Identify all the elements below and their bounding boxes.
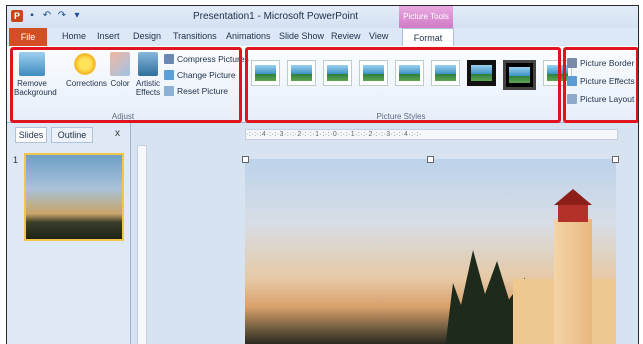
slides-pane: Slides Outline x 1 [7,123,131,344]
resize-handle[interactable] [242,156,249,163]
lighthouse-roof-shape [554,189,592,205]
vertical-ruler [137,145,147,344]
tab-insert[interactable]: Insert [97,31,120,41]
tab-file[interactable]: File [9,28,47,46]
tab-outline[interactable]: Outline [51,127,93,143]
resize-handle[interactable] [427,156,434,163]
styles-highlight-box [245,47,561,123]
lighthouse-picture[interactable] [245,159,616,344]
tab-review[interactable]: Review [331,31,361,41]
picture-tools-label: Picture Tools [399,6,453,28]
ribbon-tabs: File Home Insert Design Transitions Anim… [7,28,638,47]
undo-icon[interactable]: ↶ [41,10,53,22]
resize-handle[interactable] [612,156,619,163]
customize-qat-icon[interactable]: ▾ [71,10,83,22]
tab-design[interactable]: Design [133,31,161,41]
lighthouse-lantern-shape [558,204,588,222]
title-bar: P ▪ ↶ ↷ ▾ Presentation1 - Microsoft Powe… [7,6,638,28]
powerpoint-window: P ▪ ↶ ↷ ▾ Presentation1 - Microsoft Powe… [6,5,639,344]
tab-home[interactable]: Home [62,31,86,41]
window-title: Presentation1 - Microsoft PowerPoint [193,11,359,22]
save-icon[interactable]: ▪ [26,10,38,22]
slide-thumbnail[interactable] [24,153,124,241]
tab-view[interactable]: View [369,31,388,41]
ribbon: Remove Background Corrections Color Arti… [7,46,638,123]
horizontal-ruler: ·:·:·:4·:·:·3·:·:·2·:·:·1·:·:·0·:·:·1·:·… [245,129,618,140]
tab-slide-show[interactable]: Slide Show [279,31,324,41]
slide-editor: ·:·:·:4·:·:·3·:·:·2·:·:·1·:·:·0·:·:·1·:·… [131,123,638,344]
format-highlight-box [563,47,638,123]
redo-icon[interactable]: ↷ [56,10,68,22]
slide-number: 1 [13,155,19,165]
quick-access-toolbar: P ▪ ↶ ↷ ▾ [11,10,83,22]
lighthouse-tower-shape [554,219,592,344]
tab-animations[interactable]: Animations [226,31,271,41]
tab-slides[interactable]: Slides [15,127,47,143]
adjust-highlight-box [10,47,242,123]
tab-format[interactable]: Format [402,28,454,47]
close-pane-icon[interactable]: x [115,128,120,139]
powerpoint-app-icon[interactable]: P [11,10,23,22]
tab-transitions[interactable]: Transitions [173,31,217,41]
